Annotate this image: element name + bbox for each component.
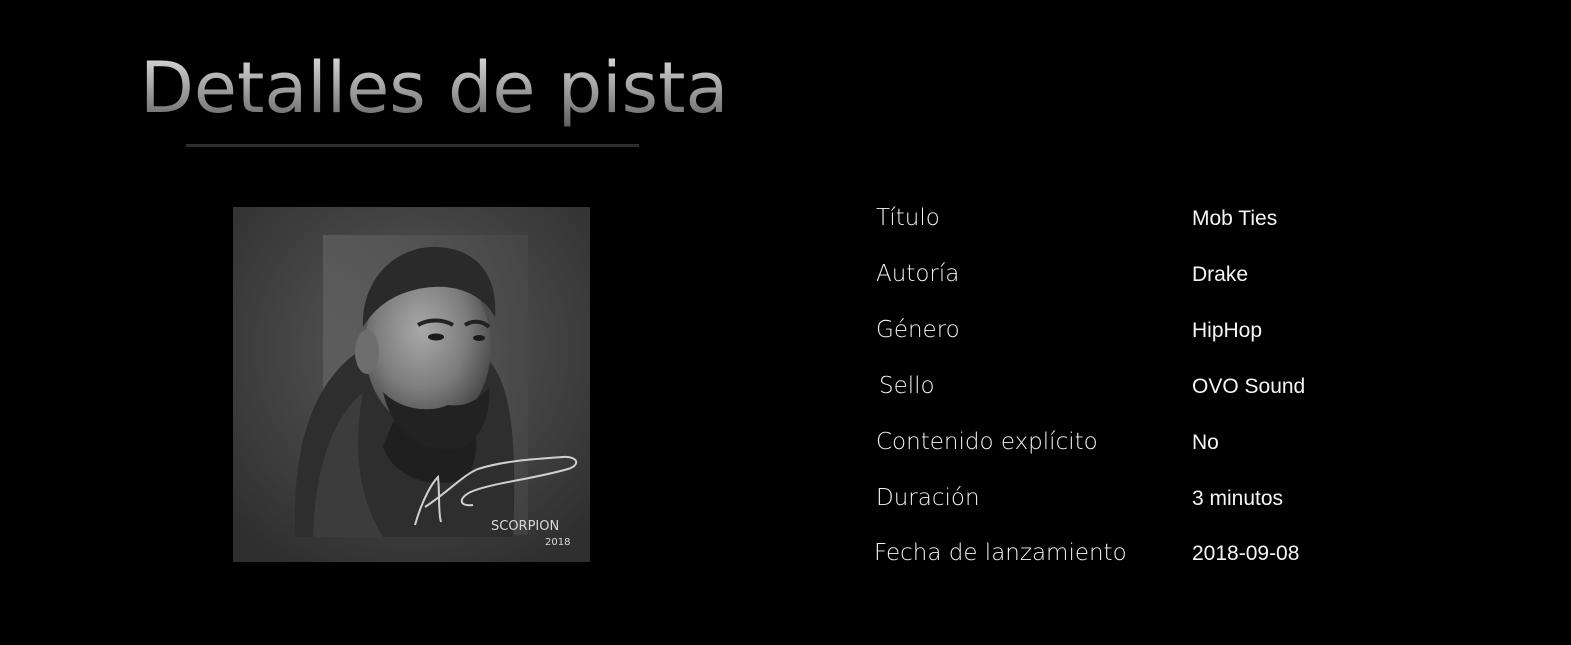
album-art-text-line1: SCORPION	[491, 519, 559, 534]
detail-label-title: Título	[876, 205, 940, 231]
detail-value-explicit: No	[1192, 431, 1219, 454]
page-title: Detalles de pista	[140, 47, 729, 129]
detail-label-explicit: Contenido explícito	[876, 429, 1098, 455]
title-underline	[186, 144, 639, 147]
detail-value-release-date: 2018-09-08	[1192, 542, 1300, 565]
album-art-text-line2: 2018	[545, 537, 570, 548]
detail-value-duration: 3 minutos	[1192, 487, 1284, 510]
detail-label-release-date: Fecha de lanzamiento	[874, 540, 1127, 566]
detail-label-author: Autoría	[876, 261, 960, 287]
detail-value-title: Mob Ties	[1192, 207, 1278, 230]
detail-label-genre: Género	[876, 317, 960, 343]
album-cover-image: SCORPION 2018	[233, 207, 590, 562]
detail-label-duration: Duración	[876, 485, 980, 511]
detail-value-label: OVO Sound	[1192, 375, 1306, 398]
detail-label-label: Sello	[879, 373, 935, 399]
detail-value-genre: HipHop	[1192, 319, 1263, 342]
detail-value-author: Drake	[1192, 263, 1249, 286]
